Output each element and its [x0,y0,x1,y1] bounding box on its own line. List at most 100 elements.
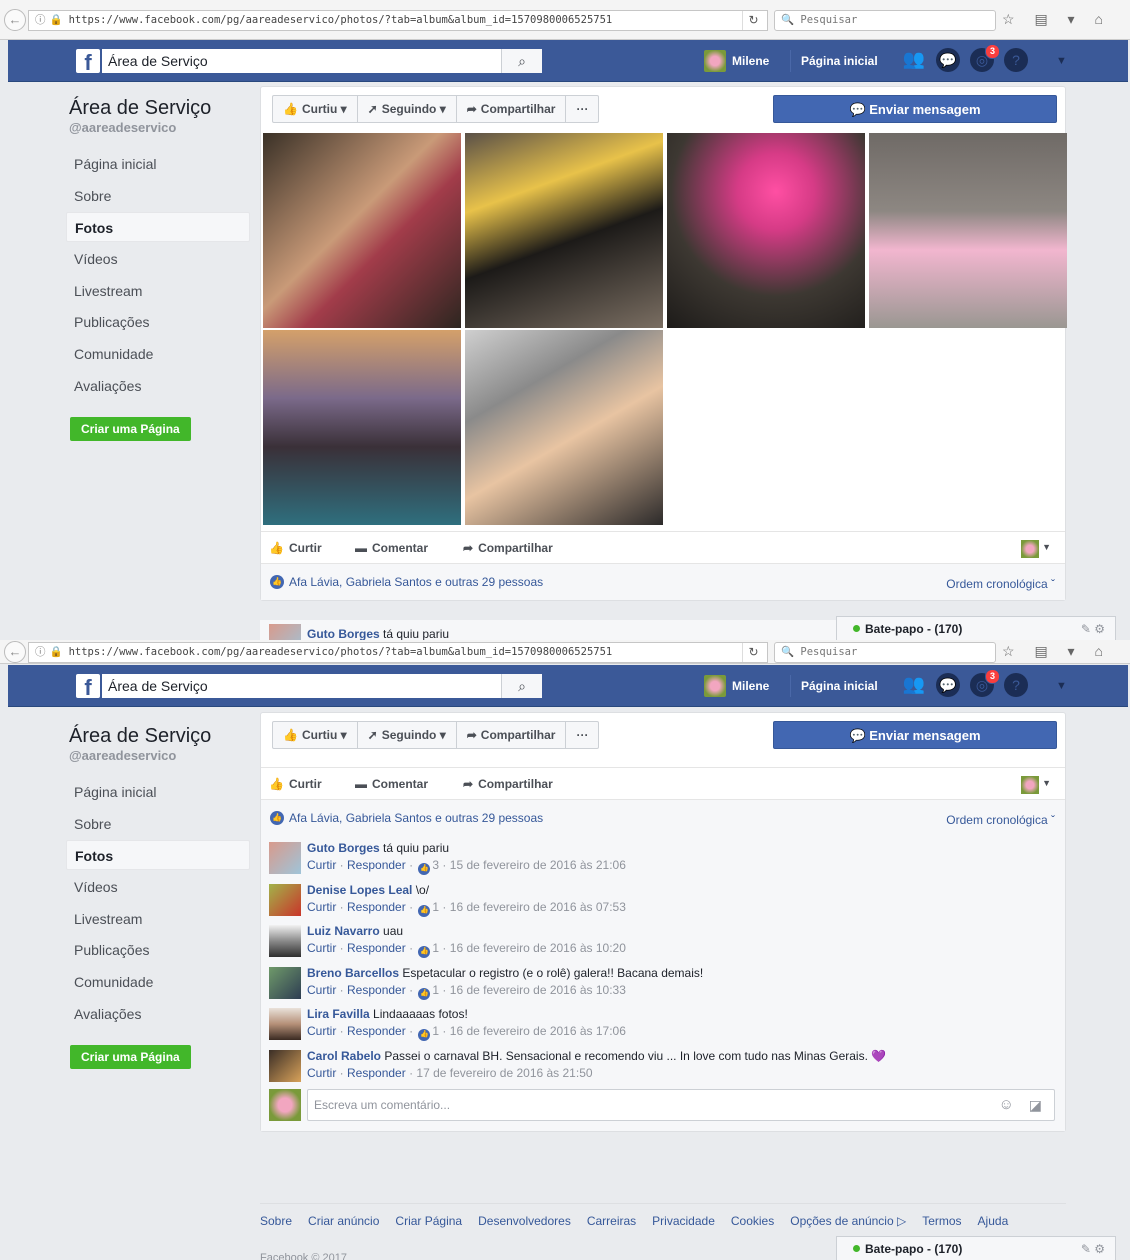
comment-author[interactable]: Guto Borges [307,841,380,855]
album-photo[interactable] [263,133,461,328]
home-link[interactable]: Página inicial [790,675,878,697]
following-button[interactable]: ➚ Seguindo ▾ [358,722,457,748]
album-photo[interactable] [869,133,1067,328]
nav-item-community[interactable]: Comunidade [66,339,250,369]
comment-time[interactable]: 16 de fevereiro de 2016 às 17:06 [450,1024,626,1038]
comment-like-link[interactable]: Curtir [307,858,336,872]
help-icon[interactable]: ? [1004,673,1028,697]
nav-item-home[interactable]: Página inicial [66,149,250,179]
search-icon[interactable]: ⌕ [501,49,542,73]
nav-item-livestream[interactable]: Livestream [66,276,250,306]
notifications-globe-icon[interactable]: ◎ 3 [970,44,1000,72]
like-action[interactable]: 👍 Curtir [269,768,322,801]
album-photo[interactable] [263,330,461,525]
comment-input[interactable]: Escreva um comentário... ☺ ◪ [307,1089,1055,1121]
comment-author[interactable]: Guto Borges [307,627,380,640]
comment-time[interactable]: 15 de fevereiro de 2016 às 21:06 [450,858,626,872]
comment-like-link[interactable]: Curtir [307,1024,336,1038]
account-menu-caret-icon[interactable]: ▼ [1056,675,1067,697]
comment-action[interactable]: ▬ Comentar [355,768,428,801]
browser-tools[interactable]: ☆ ▤ ▾ ⌂ [1002,643,1111,660]
chat-tools-icons[interactable]: ✎ ⚙ [1081,1237,1105,1260]
like-action[interactable]: 👍 Curtir [269,532,322,565]
messenger-icon[interactable]: 💬 [936,673,960,697]
nav-item-community[interactable]: Comunidade [66,967,250,997]
avatar[interactable] [269,925,301,957]
nav-item-videos[interactable]: Vídeos [66,244,250,274]
comment-reply-link[interactable]: Responder [347,941,406,955]
comment-time[interactable]: 16 de fevereiro de 2016 às 10:20 [450,941,626,955]
comment-order-dropdown[interactable]: Ordem cronológica ˇ [946,566,1055,602]
footer-link[interactable]: Criar Página [395,1214,462,1228]
footer-link[interactable]: Opções de anúncio ▷ [790,1214,906,1228]
notifications-globe-icon[interactable]: ◎ 3 [970,669,1000,697]
comment-action[interactable]: ▬ Comentar [355,532,428,565]
comment-author[interactable]: Lira Favilla [307,1007,370,1021]
comment-time[interactable]: 17 de fevereiro de 2016 às 21:50 [416,1066,592,1080]
share-button[interactable]: ➦ Compartilhar [457,722,567,748]
footer-link[interactable]: Desenvolvedores [478,1214,571,1228]
comment-like-link[interactable]: Curtir [307,1066,336,1080]
emoji-icon[interactable]: ☺ [999,1090,1014,1120]
reaction-count[interactable]: 1 [432,983,439,997]
comment-reply-link[interactable]: Responder [347,1024,406,1038]
footer-link[interactable]: Ajuda [978,1214,1009,1228]
comment-order-dropdown[interactable]: Ordem cronológica ˇ [946,802,1055,838]
facebook-logo-icon[interactable]: f [76,674,100,698]
nav-item-posts[interactable]: Publicações [66,307,250,337]
actor-avatar[interactable] [1021,540,1039,558]
nav-item-livestream[interactable]: Livestream [66,904,250,934]
home-link[interactable]: Página inicial [790,50,878,72]
user-profile-link[interactable]: Milene [704,50,769,72]
comment-time[interactable]: 16 de fevereiro de 2016 às 07:53 [450,900,626,914]
reaction-count[interactable]: 1 [432,900,439,914]
comment-time[interactable]: 16 de fevereiro de 2016 às 10:33 [450,983,626,997]
chat-bar[interactable]: Bate-papo - (170) ✎ ⚙ [836,616,1116,640]
footer-link[interactable]: Cookies [731,1214,774,1228]
back-button[interactable]: ← [4,641,26,663]
liked-button[interactable]: 👍 Curtiu ▾ [273,96,358,122]
likes-text[interactable]: Afa Lávia, Gabriela Santos e outras 29 p… [289,811,543,825]
nav-item-reviews[interactable]: Avaliações [66,999,250,1029]
browser-search-input[interactable]: 🔍 Pesquisar [774,10,996,31]
browser-tools[interactable]: ☆ ▤ ▾ ⌂ [1002,11,1111,28]
footer-link[interactable]: Criar anúncio [308,1214,379,1228]
facebook-search-input[interactable]: Área de Serviço [102,674,542,698]
footer-link[interactable]: Privacidade [652,1214,715,1228]
more-button[interactable]: ··· [566,722,598,748]
avatar[interactable] [269,966,301,999]
comment-like-link[interactable]: Curtir [307,983,336,997]
browser-search-input[interactable]: 🔍 Pesquisar [774,642,996,663]
comment-reply-link[interactable]: Responder [347,1066,406,1080]
nav-item-about[interactable]: Sobre [66,181,250,211]
avatar[interactable] [269,842,301,874]
comment-reply-link[interactable]: Responder [347,900,406,914]
liked-button[interactable]: 👍 Curtiu ▾ [273,722,358,748]
page-name[interactable]: Área de Serviço [66,724,250,748]
comment-author[interactable]: Denise Lopes Leal [307,883,412,897]
share-action[interactable]: ➦ Compartilhar [463,532,553,565]
footer-link[interactable]: Carreiras [587,1214,636,1228]
footer-link[interactable]: Termos [922,1214,961,1228]
comment-author[interactable]: Breno Barcellos [307,966,399,980]
comment-like-link[interactable]: Curtir [307,941,336,955]
avatar[interactable] [269,624,301,640]
comment-author[interactable]: Carol Rabelo [307,1049,381,1063]
chat-tools-icons[interactable]: ✎ ⚙ [1081,617,1105,640]
friend-requests-icon[interactable]: 👥 [902,672,926,696]
chevron-down-icon[interactable]: ▼ [1042,778,1051,788]
back-button[interactable]: ← [4,9,26,31]
nav-item-photos[interactable]: Fotos [66,212,250,243]
nav-item-photos[interactable]: Fotos [66,840,250,871]
reload-button[interactable]: ↻ [742,11,764,30]
reaction-count[interactable]: 3 [432,858,439,872]
comment-like-link[interactable]: Curtir [307,900,336,914]
send-message-button[interactable]: 💬 Enviar mensagem [773,95,1057,123]
messenger-icon[interactable]: 💬 [936,48,960,72]
more-button[interactable]: ··· [566,96,598,122]
reaction-count[interactable]: 1 [432,941,439,955]
share-action[interactable]: ➦ Compartilhar [463,768,553,801]
nav-item-posts[interactable]: Publicações [66,935,250,965]
user-profile-link[interactable]: Milene [704,675,769,697]
url-bar[interactable]: ⓘ 🔒 https://www.facebook.com/pg/aareadeser… [28,10,768,31]
